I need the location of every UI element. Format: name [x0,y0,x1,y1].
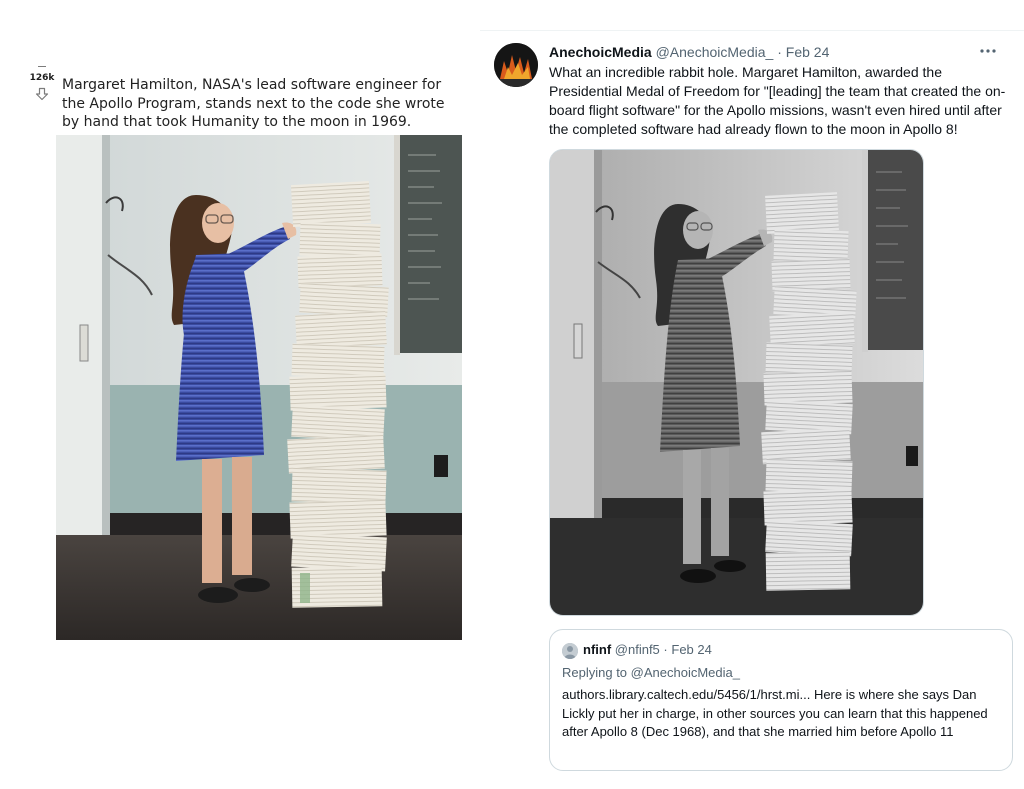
reddit-post: 126k Margaret Hamilton, NASA's lead soft… [0,0,470,660]
quote-author-handle[interactable]: @nfinf5 [615,642,660,657]
avatar-image [494,43,538,87]
quote-card[interactable]: nfinf @nfinf5 · Feb 24 Replying to @Anec… [549,629,1013,771]
tweet[interactable]: AnechoicMedia @AnechoicMedia_ · Feb 24 W… [480,30,1024,789]
default-avatar-icon [562,643,578,659]
replying-to: Replying to @AnechoicMedia_ [562,664,740,682]
author-name[interactable]: AnechoicMedia [549,44,652,60]
tweet-photo-image [550,150,923,615]
quote-date[interactable]: Feb 24 [671,642,711,657]
tweet-text: What an incredible rabbit hole. Margaret… [549,64,1006,137]
tweet-photo[interactable] [549,149,924,616]
quote-text: authors.library.caltech.edu/5456/1/hrst.… [562,687,988,739]
post-title[interactable]: Margaret Hamilton, NASA's lead software … [62,76,462,132]
replying-to-label: Replying to [562,665,631,680]
quote-separator-dot: · [663,642,668,657]
quote-avatar[interactable] [562,643,578,659]
quote-author-name[interactable]: nfinf [583,642,611,657]
quote-header: nfinf @nfinf5 · Feb 24 [583,641,712,659]
more-horizontal-icon[interactable] [976,41,1000,61]
replying-to-mention[interactable]: @AnechoicMedia_ [631,665,740,680]
vote-count: 126k [29,73,55,83]
tweet-header: AnechoicMedia @AnechoicMedia_ · Feb 24 [549,43,1009,61]
post-photo[interactable] [56,135,462,640]
vote-column: 126k [28,66,56,101]
upvote-dash[interactable] [38,66,46,67]
arrow-down-icon[interactable] [35,87,49,101]
tweet-date[interactable]: Feb 24 [786,44,830,60]
separator-dot: · [777,44,782,60]
author-handle[interactable]: @AnechoicMedia_ [656,44,774,60]
author-avatar[interactable] [494,43,538,87]
